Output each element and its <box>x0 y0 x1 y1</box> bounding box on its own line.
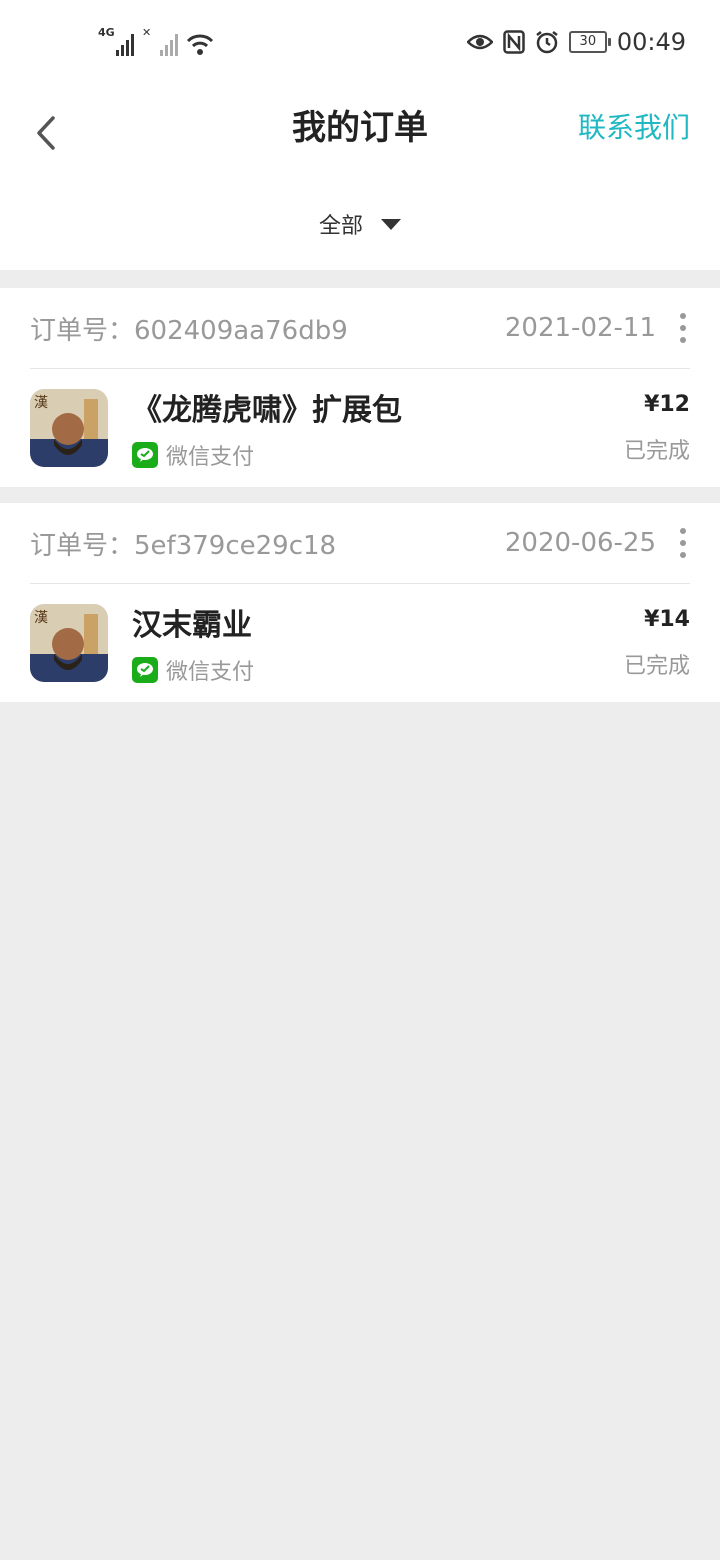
order-status: 已完成 <box>623 653 690 679</box>
order-body: 漢 《龙腾虎啸》扩展包 微信支付 ¥12 已完成 <box>30 369 690 487</box>
order-header: 订单号：602409aa76db9 2021-02-11 <box>30 288 690 369</box>
order-status: 已完成 <box>623 438 690 464</box>
order-header: 订单号：5ef379ce29c18 2020-06-25 <box>30 503 690 584</box>
eye-icon <box>466 34 493 50</box>
order-price: ¥12 <box>644 391 690 417</box>
game-thumbnail-image: 漢 <box>30 604 108 682</box>
svg-text:漢: 漢 <box>34 610 48 626</box>
order-date: 2020-06-25 <box>504 528 656 558</box>
signal-group: 4G ✕ <box>98 26 214 56</box>
wifi-icon <box>186 34 214 55</box>
payment-label: 微信支付 <box>166 445 255 470</box>
order-price: ¥14 <box>644 606 690 632</box>
battery-icon: 30 <box>568 31 611 53</box>
order-info: 汉末霸业 微信支付 <box>132 600 624 686</box>
top-section: 4G ✕ 30 00:49 我的订单 联系我们 全部 <box>0 0 720 270</box>
payment-method: 微信支付 <box>132 654 624 686</box>
game-thumbnail-image: 漢 <box>30 389 108 467</box>
order-info: 《龙腾虎啸》扩展包 微信支付 <box>132 385 624 471</box>
cell-signal-2-icon: ✕ <box>142 26 178 56</box>
product-name: 汉末霸业 <box>132 608 252 643</box>
svg-text:漢: 漢 <box>34 395 48 411</box>
network-type: 4G <box>98 26 115 39</box>
contact-us-link[interactable]: 联系我们 <box>578 88 690 168</box>
order-body: 漢 汉末霸业 微信支付 ¥14 已完成 <box>30 584 690 702</box>
nfc-icon <box>503 30 525 54</box>
cell-signal-icon: 4G <box>98 26 134 56</box>
filter-dropdown[interactable]: 全部 <box>0 178 720 270</box>
nav-bar: 我的订单 联系我们 <box>0 88 720 178</box>
order-summary: ¥14 已完成 <box>624 607 690 680</box>
order-card[interactable]: 订单号：5ef379ce29c18 2020-06-25 漢 汉末霸业 微信支付 <box>0 503 720 702</box>
order-date: 2021-02-11 <box>504 313 656 343</box>
payment-method: 微信支付 <box>132 439 624 471</box>
wechat-pay-icon <box>132 442 158 468</box>
more-vertical-icon[interactable] <box>676 523 690 563</box>
status-icons: 30 00:49 <box>466 28 686 56</box>
status-bar: 4G ✕ 30 00:49 <box>0 0 720 88</box>
product-name: 《龙腾虎啸》扩展包 <box>132 393 402 428</box>
order-number: 订单号：5ef379ce29c18 <box>30 530 337 561</box>
caret-down-icon <box>381 218 401 230</box>
alarm-icon <box>536 31 558 54</box>
filter-label: 全部 <box>318 214 363 239</box>
order-card[interactable]: 订单号：602409aa76db9 2021-02-11 漢 《龙腾虎啸》扩展包… <box>0 288 720 487</box>
order-number: 订单号：602409aa76db9 <box>30 315 348 346</box>
wechat-pay-icon <box>132 657 158 683</box>
clock: 00:49 <box>616 28 686 56</box>
more-vertical-icon[interactable] <box>676 308 690 348</box>
order-summary: ¥12 已完成 <box>624 392 690 465</box>
payment-label: 微信支付 <box>166 660 255 685</box>
